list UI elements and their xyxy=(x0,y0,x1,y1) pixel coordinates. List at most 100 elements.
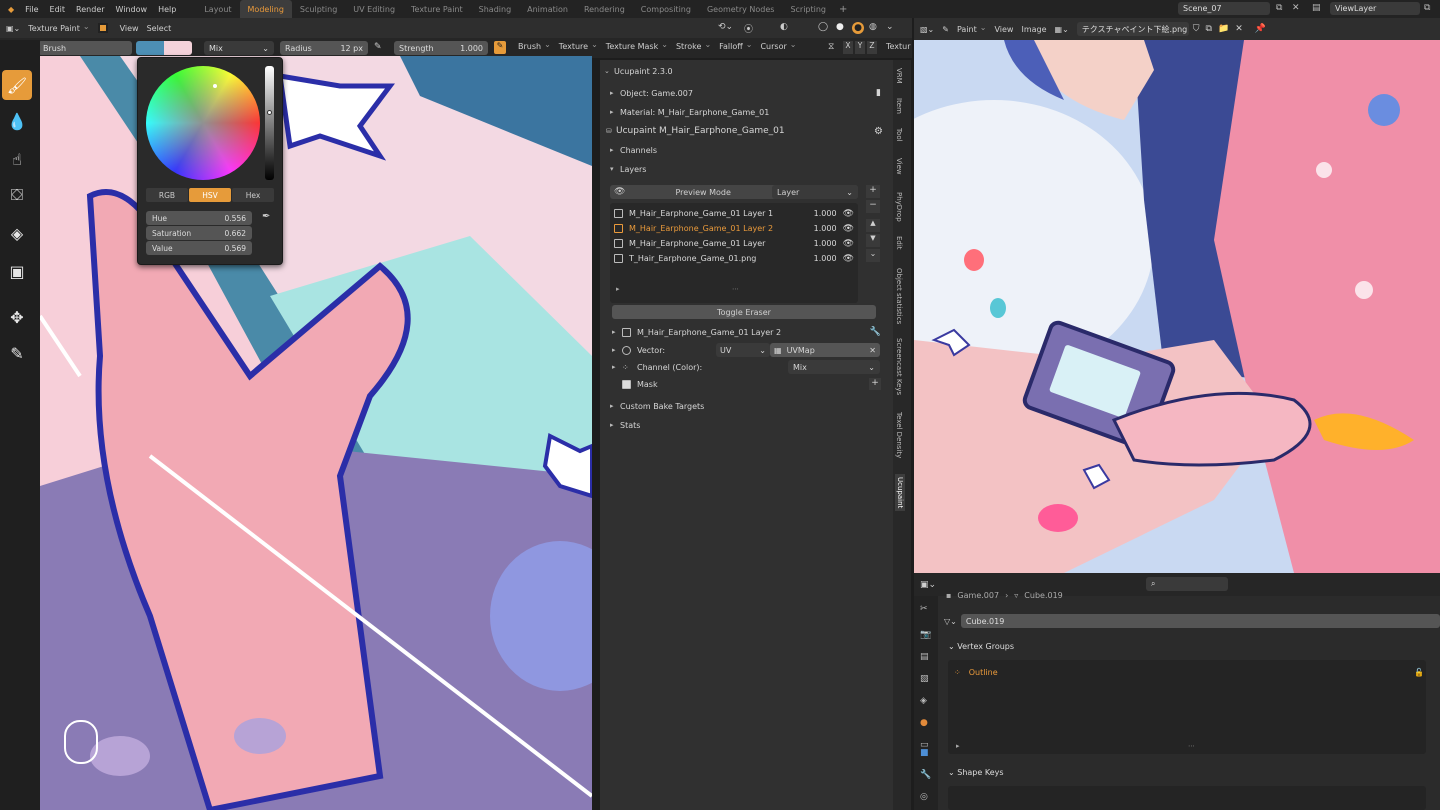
tab-sculpting[interactable]: Sculpting xyxy=(292,0,345,18)
menu-window[interactable]: Window xyxy=(116,5,148,14)
eye-icon[interactable]: 👁 xyxy=(614,187,625,197)
expand-icon[interactable]: ▸ xyxy=(612,363,622,371)
tool-tab-icon[interactable]: ✂ xyxy=(920,604,928,614)
toggle-eraser-button[interactable]: Toggle Eraser xyxy=(612,305,876,319)
transform-tool-icon[interactable]: ✥ xyxy=(2,302,32,332)
preview-mode-bar[interactable]: 👁 Preview Mode Layer ⌄ xyxy=(610,185,858,199)
add-layer-icon[interactable]: + xyxy=(866,185,880,198)
radius-field[interactable]: Radius 12 px xyxy=(280,41,368,55)
remove-layer-icon[interactable]: − xyxy=(866,200,880,213)
sidebar-tab-phydrop[interactable]: PhyDrop xyxy=(895,192,903,222)
brush-selector[interactable]: Brush xyxy=(38,41,132,55)
gizmo-icon[interactable]: ⟲⌄ xyxy=(718,22,733,32)
menu-render[interactable]: Render xyxy=(76,5,104,14)
info-icon[interactable]: ▮ xyxy=(876,88,881,98)
image-browse-icon[interactable]: ▦⌄ xyxy=(1055,25,1069,34)
view-layer-copy-icon[interactable]: ⧉ xyxy=(1424,3,1430,13)
view-layer-tab-icon[interactable]: ▧ xyxy=(920,674,929,684)
axis-x-toggle[interactable]: X xyxy=(843,41,853,54)
image-view-menu[interactable]: View xyxy=(994,25,1013,34)
color-mode-rgb[interactable]: RGB xyxy=(146,188,188,202)
tab-uv-editing[interactable]: UV Editing xyxy=(345,0,403,18)
color-wheel-cursor[interactable] xyxy=(213,84,217,88)
layer-opacity[interactable]: 1.000 xyxy=(814,239,837,248)
texture-slot-truncated[interactable]: Textur xyxy=(886,42,911,51)
add-mask-icon[interactable]: + xyxy=(869,378,881,390)
color-wheel[interactable] xyxy=(146,66,260,180)
brush-menu[interactable]: Brush xyxy=(518,42,551,51)
color-mode-hsv[interactable]: HSV xyxy=(189,188,231,202)
layers-row[interactable]: ▾ Layers xyxy=(600,160,893,178)
rendered-shading-icon[interactable]: ◍ xyxy=(869,22,877,32)
wireframe-shading-icon[interactable]: ◯ xyxy=(818,22,828,32)
overlay-icon[interactable]: ⦿ xyxy=(744,22,753,35)
mode-dropdown[interactable]: Texture Paint xyxy=(28,24,89,33)
image-mode-dropdown[interactable]: Paint xyxy=(957,25,987,34)
hue-slider[interactable]: Hue 0.556 xyxy=(146,211,252,225)
custom-bake-row[interactable]: ▸ Custom Bake Targets xyxy=(600,397,893,415)
tab-scripting[interactable]: Scripting xyxy=(782,0,834,18)
tab-compositing[interactable]: Compositing xyxy=(633,0,699,18)
modifier-tab-icon[interactable]: 🔧 xyxy=(920,770,931,780)
object-tab-icon[interactable]: ■ xyxy=(920,748,929,758)
list-expand-icon[interactable]: ▸ xyxy=(956,742,960,750)
ucupaint-title-row[interactable]: ⌄ Ucupaint 2.3.0 xyxy=(600,62,893,80)
texture-paint-viewport[interactable] xyxy=(40,56,592,810)
image-editor-canvas[interactable] xyxy=(914,40,1440,573)
view-menu[interactable]: View xyxy=(120,24,139,33)
stats-row[interactable]: ▸ Stats xyxy=(600,416,893,434)
eyedropper-icon[interactable]: ✒ xyxy=(262,211,270,222)
pressure-radius-icon[interactable]: ✎ xyxy=(374,42,382,52)
select-menu[interactable]: Select xyxy=(147,24,172,33)
layer-item-selected[interactable]: M_Hair_Earphone_Game_01 Layer 2 1.000 👁 xyxy=(614,221,854,236)
move-up-icon[interactable]: ▲ xyxy=(866,219,880,232)
properties-editor-icon[interactable]: ▣⌄ xyxy=(920,580,936,590)
menu-edit[interactable]: Edit xyxy=(50,5,66,14)
shape-keys-header[interactable]: ⌄ Shape Keys xyxy=(948,768,1004,777)
pin-icon[interactable]: 📌 xyxy=(1255,24,1266,34)
draw-tool-icon[interactable]: 🖌 xyxy=(2,70,32,100)
pressure-strength-icon[interactable]: ✎ xyxy=(494,41,506,54)
menu-help[interactable]: Help xyxy=(158,5,176,14)
shading-options-icon[interactable]: ⌄ xyxy=(886,22,894,32)
properties-search[interactable]: ⌕ xyxy=(1146,577,1228,591)
vector-type-dropdown[interactable]: UV ⌄ xyxy=(716,343,770,357)
eye-icon[interactable]: 👁 xyxy=(843,239,854,249)
sidebar-tab-vrm[interactable]: VRM xyxy=(895,68,903,84)
axis-z-toggle[interactable]: Z xyxy=(867,41,877,54)
strength-field[interactable]: Strength 1.000 xyxy=(394,41,488,55)
sidebar-tab-tool[interactable]: Tool xyxy=(895,128,903,142)
vertex-group-item[interactable]: ⁘ Outline xyxy=(954,668,998,677)
image-editor-type-icon[interactable]: ▧⌄ xyxy=(920,25,934,34)
render-tab-icon[interactable]: 📷 xyxy=(920,630,931,640)
preview-layer-dropdown[interactable]: Layer ⌄ xyxy=(772,185,858,199)
eye-icon[interactable]: 👁 xyxy=(843,254,854,264)
material-shading-icon[interactable]: ● xyxy=(852,22,864,34)
layer-opacity[interactable]: 1.000 xyxy=(814,254,837,263)
move-down-icon[interactable]: ▼ xyxy=(866,234,880,247)
color-mode-hex[interactable]: Hex xyxy=(232,188,274,202)
value-slider[interactable] xyxy=(265,66,274,180)
tab-animation[interactable]: Animation xyxy=(519,0,576,18)
blender-logo-icon[interactable]: ◆ xyxy=(8,5,14,14)
editor-type-icon[interactable]: ▣⌄ xyxy=(6,24,20,33)
add-workspace-icon[interactable]: + xyxy=(834,0,852,18)
blend-dropdown[interactable]: Mix ⌄ xyxy=(204,41,274,55)
saturation-slider[interactable]: Saturation 0.662 xyxy=(146,226,252,240)
layer-item[interactable]: M_Hair_Earphone_Game_01 Layer 1.000 👁 xyxy=(614,236,854,251)
mask-tool-icon[interactable]: ▣ xyxy=(2,256,32,286)
stroke-menu[interactable]: Stroke xyxy=(676,42,711,51)
lock-icon[interactable]: 🔓 xyxy=(1414,668,1424,677)
color-swatch-secondary[interactable] xyxy=(164,41,192,55)
tab-geometry-nodes[interactable]: Geometry Nodes xyxy=(699,0,782,18)
gear-icon[interactable]: ⚙ xyxy=(874,126,883,137)
value-field[interactable]: Value 0.569 xyxy=(146,241,252,255)
layer-opacity[interactable]: 1.000 xyxy=(814,224,837,233)
breadcrumb-object[interactable]: Game.007 xyxy=(957,591,999,600)
object-row[interactable]: ▸ Object: Game.007 ▮ xyxy=(600,84,893,102)
layer-item[interactable]: M_Hair_Earphone_Game_01 Layer 1 1.000 👁 xyxy=(614,206,854,221)
image-menu[interactable]: Image xyxy=(1021,25,1046,34)
clone-tool-icon[interactable]: ⛋ xyxy=(2,180,32,210)
folder-icon[interactable]: 📁 xyxy=(1218,24,1229,34)
close-image-icon[interactable]: ✕ xyxy=(1235,24,1243,34)
